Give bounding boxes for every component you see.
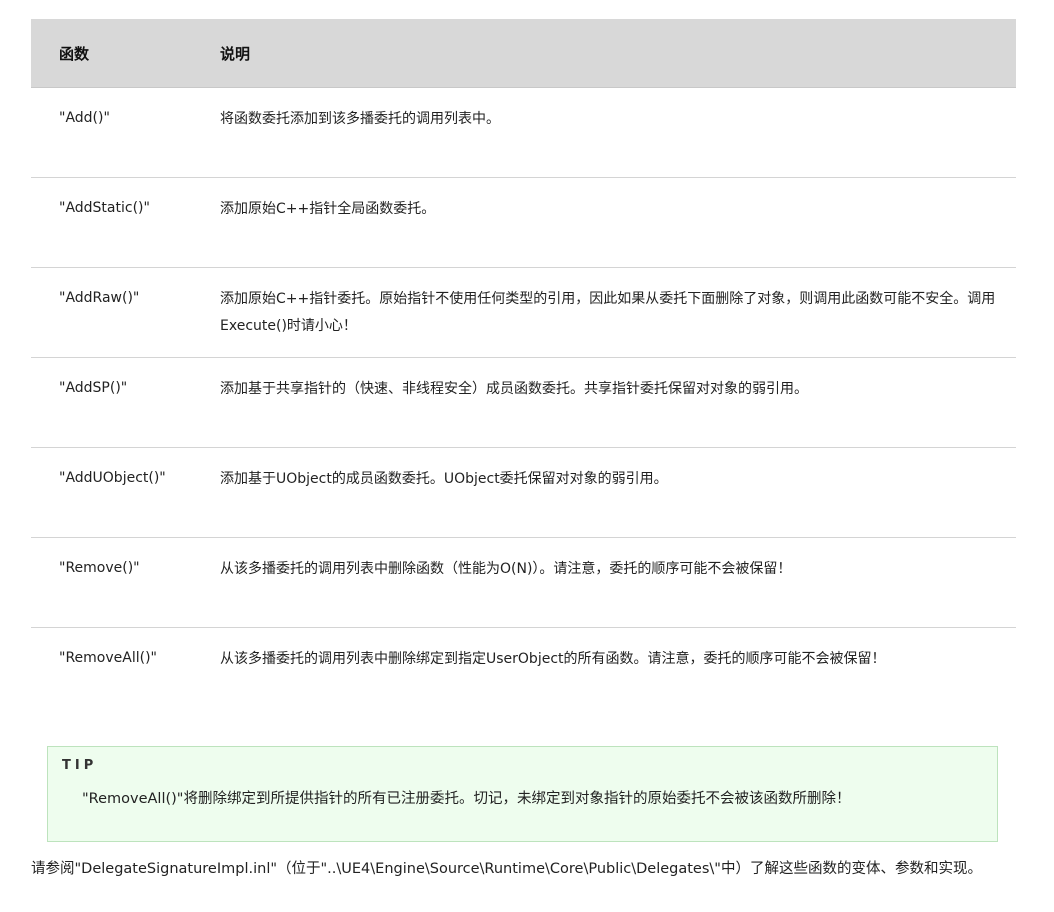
table-row: "AddSP()" 添加基于共享指针的（快速、非线程安全）成员函数委托。共享指针…	[31, 358, 1016, 448]
function-description: 将函数委托添加到该多播委托的调用列表中。	[220, 111, 500, 127]
functions-table: 函数 说明 "Add()" 将函数委托添加到该多播委托的调用列表中。 "AddS…	[31, 19, 1016, 718]
function-name: "AddUObject()"	[59, 470, 166, 486]
function-description: 从该多播委托的调用列表中删除绑定到指定UserObject的所有函数。请注意，委…	[220, 651, 886, 667]
table-row: "Remove()" 从该多播委托的调用列表中删除函数（性能为O(N)）。请注意…	[31, 538, 1016, 628]
function-description: 添加基于共享指针的（快速、非线程安全）成员函数委托。共享指针委托保留对对象的弱引…	[220, 381, 808, 397]
table-row: "RemoveAll()" 从该多播委托的调用列表中删除绑定到指定UserObj…	[31, 628, 1016, 718]
footer-paragraph: 请参阅"DelegateSignatureImpl.inl"（位于"..\UE4…	[31, 861, 982, 877]
tip-title: TIP	[62, 758, 98, 773]
tip-body: "RemoveAll()"将删除绑定到所提供指针的所有已注册委托。切记，未绑定到…	[82, 791, 851, 807]
table-row: "Add()" 将函数委托添加到该多播委托的调用列表中。	[31, 88, 1016, 178]
function-name: "AddStatic()"	[59, 200, 150, 216]
function-name: "AddSP()"	[59, 380, 128, 396]
tip-box: TIP "RemoveAll()"将删除绑定到所提供指针的所有已注册委托。切记，…	[47, 746, 998, 842]
header-function: 函数	[59, 44, 90, 63]
function-name: "RemoveAll()"	[59, 650, 157, 666]
header-description: 说明	[220, 44, 251, 63]
function-description: 添加原始C++指针委托。原始指针不使用任何类型的引用，因此如果从委托下面删除了对…	[220, 291, 996, 334]
function-name: "AddRaw()"	[59, 290, 140, 306]
table-row: "AddRaw()" 添加原始C++指针委托。原始指针不使用任何类型的引用，因此…	[31, 268, 1016, 358]
table-row: "AddStatic()" 添加原始C++指针全局函数委托。	[31, 178, 1016, 268]
function-description: 添加原始C++指针全局函数委托。	[220, 201, 436, 217]
table-header: 函数 说明	[31, 19, 1016, 88]
function-description: 从该多播委托的调用列表中删除函数（性能为O(N)）。请注意，委托的顺序可能不会被…	[220, 561, 792, 577]
function-name: "Add()"	[59, 110, 110, 126]
table-row: "AddUObject()" 添加基于UObject的成员函数委托。UObjec…	[31, 448, 1016, 538]
function-description: 添加基于UObject的成员函数委托。UObject委托保留对对象的弱引用。	[220, 471, 668, 487]
function-name: "Remove()"	[59, 560, 140, 576]
